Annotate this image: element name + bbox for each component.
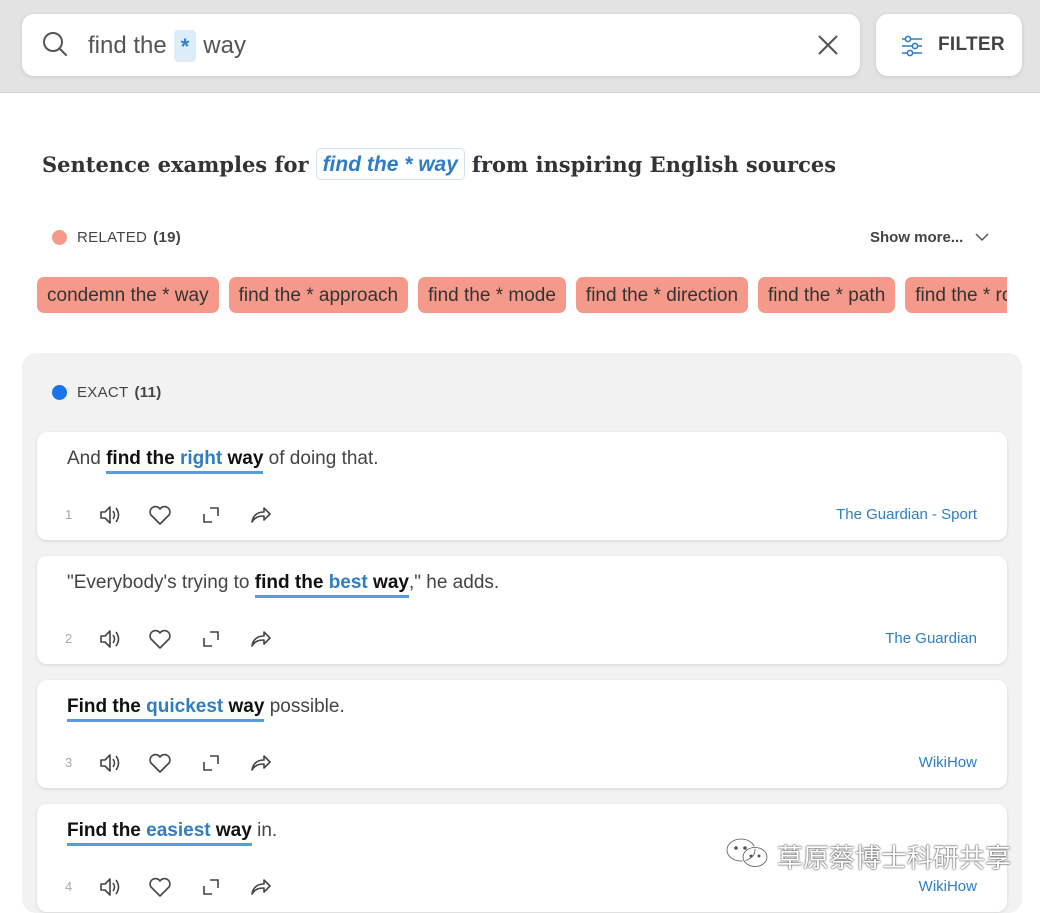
source-link[interactable]: The Guardian - Sport (836, 506, 977, 523)
title-prefix: Sentence examples for (42, 151, 309, 177)
match-phrase: Find the easiest way (67, 820, 252, 846)
watermark-text: 草原蔡博士科研共享 (777, 843, 1012, 874)
share-icon[interactable] (248, 627, 272, 656)
share-icon[interactable] (248, 503, 272, 532)
sentence-pre: And (67, 448, 107, 469)
heart-icon[interactable] (147, 503, 173, 532)
exact-label-text: EXACT (77, 384, 129, 401)
example-card: Find the quickest way possible. 3 WikiHo… (37, 680, 1007, 788)
exact-dot (52, 385, 67, 400)
related-chip[interactable]: find the * approach (228, 277, 409, 313)
expand-icon[interactable] (199, 627, 223, 656)
heart-icon[interactable] (147, 751, 173, 780)
example-number: 3 (65, 755, 73, 770)
search-icon[interactable] (42, 31, 68, 62)
example-card: And find the right way of doing that. 1 … (37, 432, 1007, 540)
wechat-icon (725, 837, 769, 876)
match-phrase: find the best way (254, 572, 409, 598)
page-title: Sentence examples for find the * way fro… (42, 146, 836, 182)
example-sentence: And find the right way of doing that. (67, 448, 379, 474)
speaker-icon[interactable] (97, 503, 123, 532)
source-link[interactable]: WikiHow (919, 878, 977, 895)
source-link[interactable]: WikiHow (919, 754, 977, 771)
watermark: 草原蔡博士科研共享 (725, 837, 1012, 876)
show-more-label: Show more... (870, 229, 964, 246)
speaker-icon[interactable] (97, 751, 123, 780)
related-dot (52, 230, 67, 245)
match-start: Find the (67, 820, 147, 841)
search-query[interactable]: find the * way (88, 29, 246, 63)
match-end: way (222, 448, 264, 469)
expand-icon[interactable] (199, 875, 223, 904)
sentence-post: of doing that. (263, 448, 379, 469)
example-sentence: "Everybody's trying to find the best way… (67, 572, 499, 598)
top-bar: find the * way FILTER (0, 0, 1040, 93)
example-sentence: Find the quickest way possible. (67, 696, 345, 722)
show-more-button[interactable]: Show more... (870, 229, 989, 246)
speaker-icon[interactable] (97, 627, 123, 656)
share-icon[interactable] (248, 751, 272, 780)
chevron-down-icon (975, 229, 989, 246)
title-phrase: find the * way (315, 148, 465, 180)
heart-icon[interactable] (147, 875, 173, 904)
example-card: "Everybody's trying to find the best way… (37, 556, 1007, 664)
sentence-post: possible. (264, 696, 345, 717)
match-word: right (179, 448, 223, 469)
title-suffix: from inspiring English sources (471, 151, 837, 177)
match-start: find the (106, 448, 180, 469)
match-end: way (367, 572, 409, 593)
related-chip[interactable]: condemn the * way (37, 277, 219, 313)
heart-icon[interactable] (147, 627, 173, 656)
speaker-icon[interactable] (97, 875, 123, 904)
exact-count: (11) (134, 384, 162, 401)
match-word: quickest (146, 696, 224, 717)
source-link[interactable]: The Guardian (885, 630, 977, 647)
expand-icon[interactable] (199, 751, 223, 780)
match-phrase: Find the quickest way (67, 696, 265, 722)
filter-label: FILTER (938, 34, 1005, 55)
query-text-before: find the (88, 32, 167, 59)
example-number: 2 (65, 631, 73, 646)
exact-label: EXACT (11) (77, 384, 162, 401)
match-word: best (328, 572, 368, 593)
example-sentence: Find the easiest way in. (67, 820, 277, 846)
expand-icon[interactable] (199, 503, 223, 532)
sentence-pre: "Everybody's trying to (67, 572, 255, 593)
example-number: 4 (65, 879, 73, 894)
sentence-post: ," he adds. (408, 572, 500, 593)
related-label: RELATED (19) (77, 229, 181, 246)
sentence-post: in. (251, 820, 278, 841)
query-text-after: way (203, 32, 246, 59)
related-count: (19) (153, 229, 182, 246)
match-end: way (210, 820, 252, 841)
close-icon[interactable] (816, 33, 840, 62)
related-chip[interactable]: find the * route (905, 277, 1007, 313)
match-start: Find the (67, 696, 147, 717)
match-end: way (223, 696, 265, 717)
match-phrase: find the right way (106, 448, 264, 474)
match-word: easiest (146, 820, 211, 841)
wildcard-token: * (173, 30, 197, 62)
sliders-icon (900, 34, 924, 63)
related-chips: condemn the * way find the * approach fi… (37, 277, 1007, 315)
share-icon[interactable] (248, 875, 272, 904)
example-number: 1 (65, 507, 73, 522)
filter-button[interactable]: FILTER (876, 14, 1022, 76)
related-chip[interactable]: find the * mode (418, 277, 566, 313)
related-label-text: RELATED (77, 229, 148, 246)
related-chip[interactable]: find the * direction (575, 277, 749, 313)
related-chip[interactable]: find the * path (758, 277, 896, 313)
match-start: find the (254, 572, 329, 593)
